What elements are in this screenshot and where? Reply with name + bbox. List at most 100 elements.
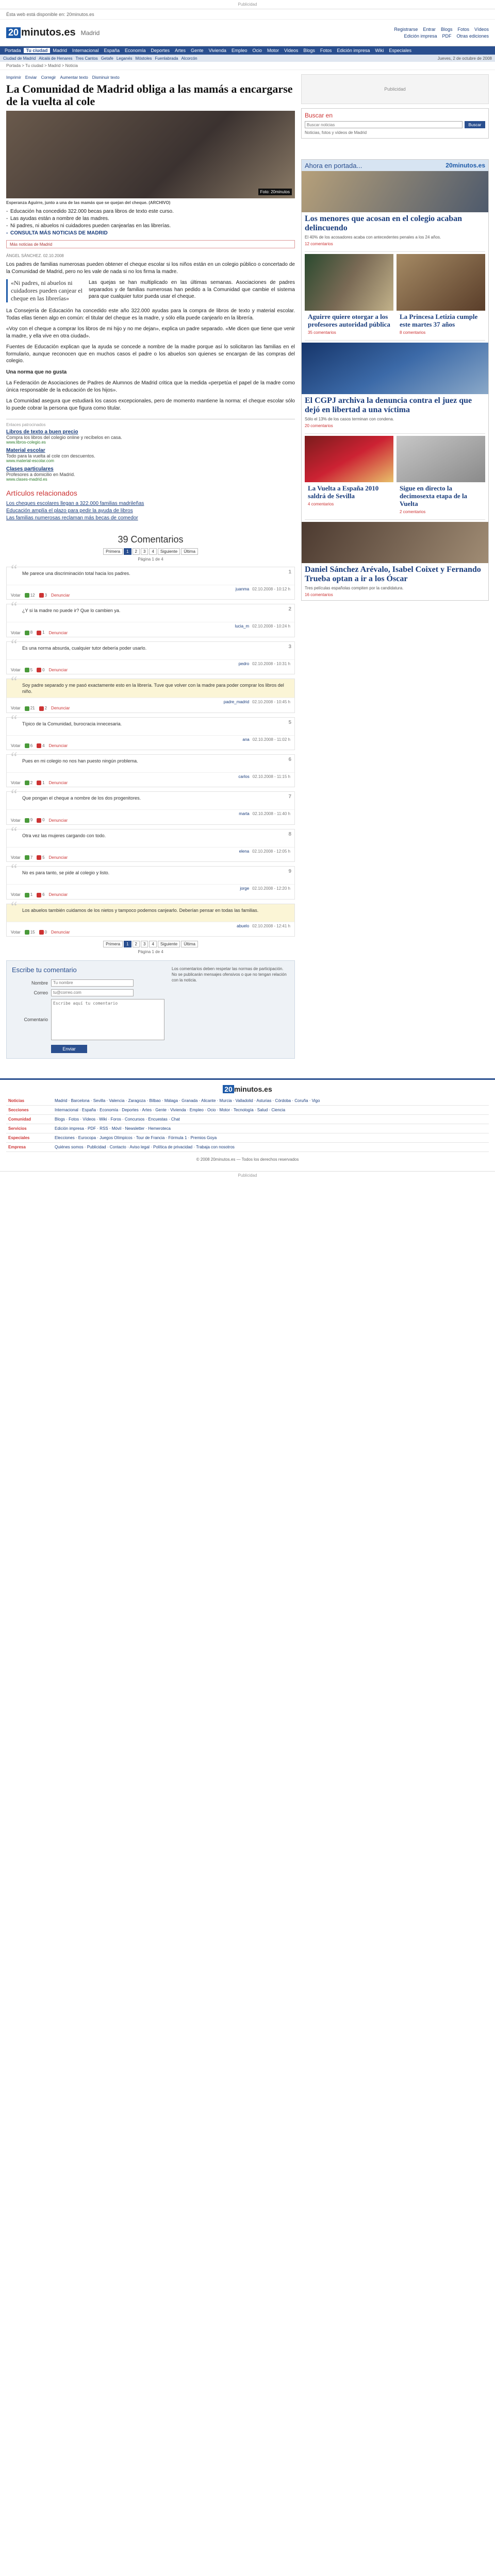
pager-button[interactable]: 1 [124, 940, 131, 947]
name-field[interactable] [51, 979, 134, 987]
footer-links[interactable]: Internacional · España · Economía · Depo… [53, 1105, 489, 1115]
story-comments[interactable]: 8 comentarios [397, 330, 485, 338]
article-tool-link[interactable]: Disminuir texto [92, 75, 120, 80]
report-link[interactable]: Denunciar [51, 706, 70, 710]
vote-up[interactable]: 15 [24, 930, 35, 935]
story-comments[interactable]: 4 comentarios [305, 502, 393, 510]
vote-up[interactable]: 6 [24, 743, 32, 748]
report-link[interactable]: Denunciar [49, 892, 68, 897]
pager-button[interactable]: Siguiente [157, 940, 180, 947]
comment-author[interactable]: elena [239, 849, 250, 854]
pager-button[interactable]: 4 [149, 548, 157, 555]
nav-tab-0[interactable]: Portada [2, 48, 24, 53]
vote-up[interactable]: 21 [24, 706, 35, 711]
see-also-link[interactable]: CONSULTA MÁS NOTICIAS DE MADRID [6, 230, 295, 237]
comment-author[interactable]: abuelo [237, 924, 249, 928]
nav-tab-3[interactable]: Internacional [70, 48, 102, 53]
header-link-register[interactable]: Registrarse [394, 27, 418, 32]
nav-tab-2[interactable]: Madrid [50, 48, 70, 53]
pager-button[interactable]: 3 [140, 548, 148, 555]
related-link[interactable]: Educación amplía el plazo para pedir la … [6, 507, 295, 515]
pager-button[interactable]: 2 [132, 548, 140, 555]
header-link-editions[interactable]: Otras ediciones [456, 33, 489, 39]
comment-author[interactable]: carlos [238, 774, 249, 779]
sub-nav-item[interactable]: Móstoles [136, 56, 152, 61]
vote-down[interactable]: 5 [37, 855, 45, 860]
vote-down[interactable]: 3 [39, 593, 47, 598]
vote-down[interactable]: 1 [37, 630, 45, 635]
story-image[interactable] [397, 254, 485, 311]
comment-author[interactable]: jorge [240, 886, 249, 891]
footer-links[interactable]: Madrid · Barcelona · Sevilla · Valencia … [53, 1096, 489, 1106]
pager-button[interactable]: Última [181, 548, 198, 555]
story-headline[interactable]: La Vuelta a España 2010 saldrá de Sevill… [305, 482, 393, 502]
nav-tab-17[interactable]: Wiki [372, 48, 386, 53]
vote-up[interactable]: 8 [24, 630, 32, 635]
story-image[interactable] [302, 522, 488, 563]
sub-nav-item[interactable]: Alcorcón [181, 56, 197, 61]
nav-tab-18[interactable]: Especiales [386, 48, 414, 53]
nav-tab-11[interactable]: Ocio [250, 48, 265, 53]
vote-down[interactable]: 0 [37, 818, 45, 823]
report-link[interactable]: Denunciar [49, 668, 68, 672]
report-link[interactable]: Denunciar [49, 781, 68, 785]
footer-links[interactable]: Edición impresa · PDF · RSS · Móvil · Ne… [53, 1124, 489, 1133]
story-headline[interactable]: La Princesa Letizia cumple este martes 3… [397, 311, 485, 330]
header-link-print[interactable]: Edición impresa [404, 33, 437, 39]
report-link[interactable]: Denunciar [51, 930, 70, 935]
sub-nav-item[interactable]: Fuenlabrada [155, 56, 178, 61]
vote-up[interactable]: 5 [24, 668, 32, 673]
story-headline[interactable]: Daniel Sánchez Arévalo, Isabel Coixet y … [302, 563, 488, 586]
story-headline[interactable]: El CGPJ archiva la denuncia contra el ju… [302, 394, 488, 417]
nav-tab-1[interactable]: Tu ciudad [23, 48, 51, 53]
sub-nav-item[interactable]: Ciudad de Madrid [3, 56, 36, 61]
vote-down[interactable]: 6 [37, 892, 45, 897]
story-headline[interactable]: Los menores que acosan en el colegio aca… [302, 212, 488, 235]
comment-author[interactable]: juanma [236, 587, 249, 591]
vote-down[interactable]: 2 [39, 706, 47, 711]
sub-nav-item[interactable]: Leganés [117, 56, 133, 61]
vote-up[interactable]: 2 [24, 781, 32, 786]
nav-tab-4[interactable]: España [101, 48, 122, 53]
story-comments[interactable]: 20 comentarios [302, 423, 488, 431]
story-image[interactable] [305, 254, 393, 311]
pager-button[interactable]: Última [181, 940, 198, 947]
sponsored-title[interactable]: Libros de texto a buen precio [6, 429, 295, 435]
sponsored-title[interactable]: Material escolar [6, 448, 295, 453]
header-link-login[interactable]: Entrar [423, 27, 436, 32]
nav-tab-13[interactable]: Videos [282, 48, 301, 53]
article-tool-link[interactable]: Corregir [41, 75, 56, 80]
nav-tab-7[interactable]: Artes [172, 48, 188, 53]
nav-tab-15[interactable]: Fotos [318, 48, 335, 53]
site-logo[interactable]: 20 minutos.es Madrid [6, 27, 100, 39]
report-link[interactable]: Denunciar [49, 855, 68, 860]
nav-tab-12[interactable]: Motor [265, 48, 282, 53]
submit-comment-button[interactable]: Enviar [51, 1044, 87, 1053]
sponsored-title[interactable]: Clases particulares [6, 466, 295, 472]
vote-down[interactable]: 0 [39, 930, 47, 935]
share-bar[interactable]: Más noticias de Madrid [6, 240, 295, 248]
pager-button[interactable]: 2 [132, 940, 140, 947]
sub-nav-item[interactable]: Alcalá de Henares [39, 56, 72, 61]
header-link-videos[interactable]: Vídeos [474, 27, 489, 32]
vote-up[interactable]: 7 [24, 855, 32, 860]
story-headline[interactable]: Sigue en directo la decimosexta etapa de… [397, 482, 485, 510]
story-image[interactable] [397, 436, 485, 482]
vote-down[interactable]: 0 [37, 668, 45, 673]
comment-textarea[interactable] [51, 998, 164, 1040]
nav-tab-16[interactable]: Edición impresa [334, 48, 372, 53]
story-headline[interactable]: Aguirre quiere otorgar a los profesores … [305, 311, 393, 330]
nav-tab-6[interactable]: Deportes [148, 48, 173, 53]
article-tool-link[interactable]: Aumentar texto [60, 75, 88, 80]
story-image[interactable] [305, 436, 393, 482]
article-tool-link[interactable]: Enviar [25, 75, 37, 80]
story-comments[interactable]: 2 comentarios [397, 510, 485, 517]
story-image[interactable] [302, 171, 488, 212]
pager-button[interactable]: 1 [124, 548, 131, 555]
header-link-blogs[interactable]: Blogs [441, 27, 453, 32]
sponsored-url[interactable]: www.libros-colegio.es [6, 440, 295, 445]
pager-button[interactable]: Primera [103, 940, 123, 947]
related-link[interactable]: Los cheques escolares llegan a 322.000 f… [6, 500, 295, 507]
article-tool-link[interactable]: Imprimir [6, 75, 21, 80]
nav-tab-14[interactable]: Blogs [301, 48, 318, 53]
